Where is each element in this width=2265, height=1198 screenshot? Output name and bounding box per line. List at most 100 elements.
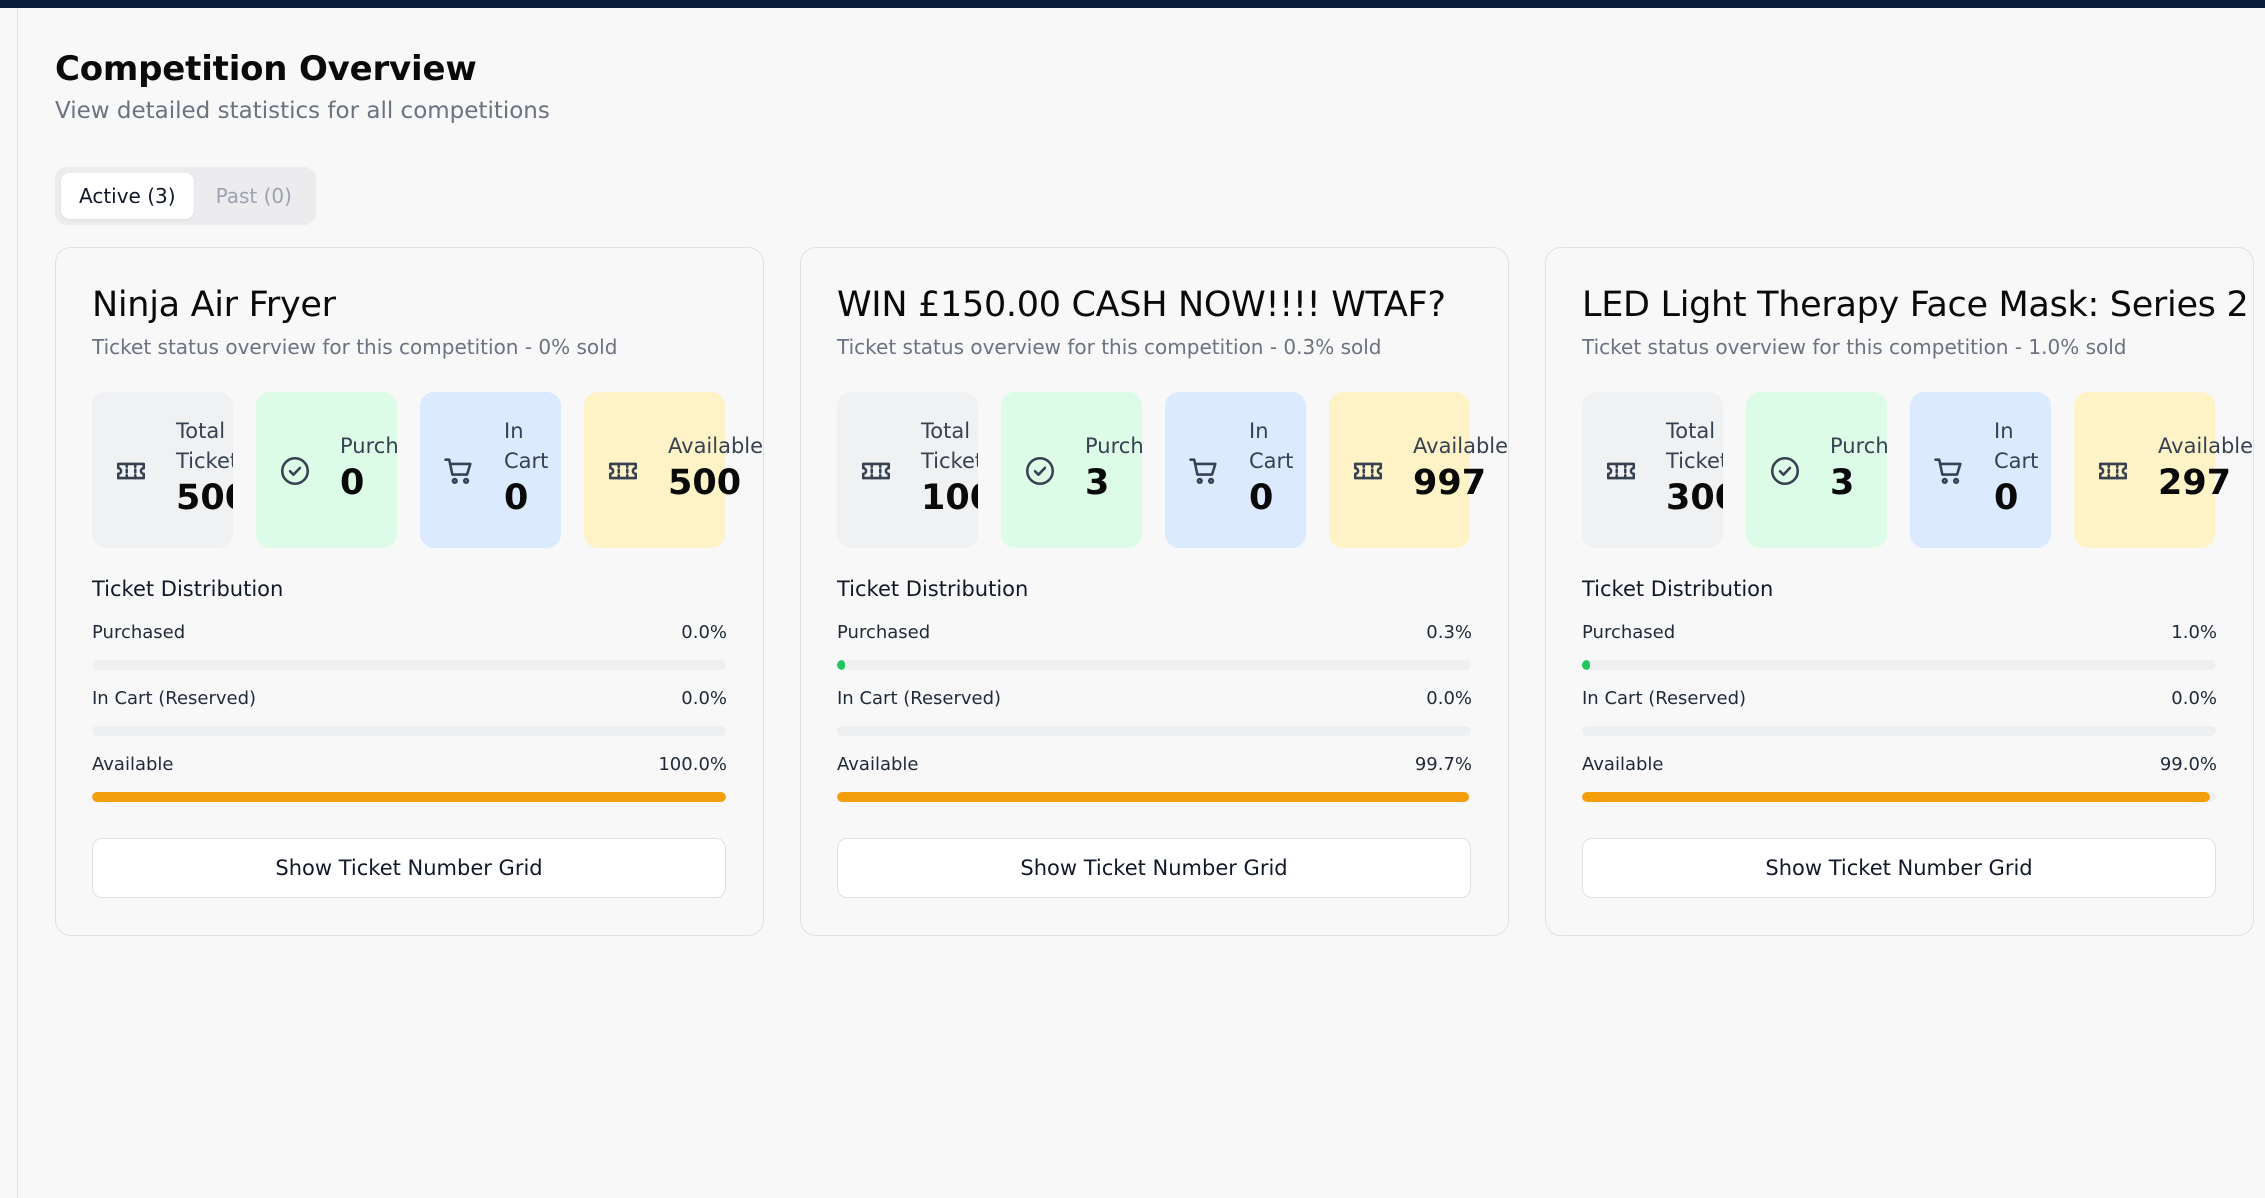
page-subtitle: View detailed statistics for all competi… bbox=[55, 98, 550, 124]
progress-fill bbox=[1582, 660, 1590, 670]
distribution-label: In Cart (Reserved) bbox=[837, 688, 1002, 709]
page-title: Competition Overview bbox=[55, 49, 477, 89]
stat-tiles: Total Tickets 500 Purchas 0 bbox=[92, 392, 763, 548]
distribution-purchased: Purchased 0.3% bbox=[837, 620, 1472, 670]
stat-label: Available bbox=[668, 434, 764, 458]
stat-value: 0 bbox=[340, 463, 365, 503]
competition-card: Ninja Air Fryer Ticket status overview f… bbox=[55, 247, 764, 936]
stat-label: Purchas bbox=[1085, 434, 1142, 458]
ticket-icon bbox=[1351, 454, 1385, 488]
distribution-purchased: Purchased 1.0% bbox=[1582, 620, 2217, 670]
stat-label: Purchas bbox=[340, 434, 397, 458]
distribution-available: Available 99.0% bbox=[1582, 752, 2217, 802]
distribution-title: Ticket Distribution bbox=[92, 577, 284, 601]
progress-bar bbox=[1582, 726, 2216, 736]
competition-tabs: Active (3) Past (0) bbox=[55, 167, 316, 225]
distribution-label: Available bbox=[92, 754, 174, 775]
stat-label: Available bbox=[2158, 434, 2254, 458]
stat-label: Purchas bbox=[1830, 434, 1887, 458]
stat-purchased: Purchas 0 bbox=[256, 392, 397, 548]
cart-icon bbox=[1932, 454, 1966, 488]
stat-value: 0 bbox=[504, 478, 529, 518]
sidebar-divider bbox=[17, 8, 18, 1198]
stat-available: Available 500 bbox=[584, 392, 763, 548]
stat-tiles: Total Tickets 300 Purchas 3 bbox=[1582, 392, 2253, 548]
stat-label: In Cart bbox=[1249, 419, 1294, 473]
stat-available: Available 297 bbox=[2074, 392, 2253, 548]
tab-active[interactable]: Active (3) bbox=[61, 173, 194, 219]
stat-value: 500 bbox=[176, 478, 233, 518]
distribution-label: Available bbox=[837, 754, 919, 775]
stat-value: 500 bbox=[668, 463, 742, 503]
stat-label: In Cart bbox=[1994, 419, 2039, 473]
competition-title: Ninja Air Fryer bbox=[92, 285, 336, 325]
competition-title: LED Light Therapy Face Mask: Series 2 bbox=[1582, 285, 2249, 325]
competition-title: WIN £150.00 CASH NOW!!!! WTAF? bbox=[837, 285, 1446, 325]
distribution-label: Purchased bbox=[1582, 622, 1676, 643]
stat-value: 300 bbox=[1666, 478, 1723, 518]
stat-total-tickets: Total Tickets 500 bbox=[92, 392, 233, 548]
progress-fill bbox=[837, 792, 1470, 802]
stat-value: 1000 bbox=[921, 478, 978, 518]
competition-cards: Ninja Air Fryer Ticket status overview f… bbox=[55, 247, 2254, 936]
distribution-percent: 0.3% bbox=[1426, 622, 1472, 643]
competition-card: WIN £150.00 CASH NOW!!!! WTAF? Ticket st… bbox=[800, 247, 1509, 936]
distribution-percent: 0.0% bbox=[1426, 688, 1472, 709]
distribution-label: Available bbox=[1582, 754, 1664, 775]
distribution-percent: 99.7% bbox=[1414, 754, 1472, 775]
distribution-title: Ticket Distribution bbox=[837, 577, 1029, 601]
check-circle-icon bbox=[1023, 454, 1057, 488]
distribution-label: Purchased bbox=[837, 622, 931, 643]
stat-value: 0 bbox=[1994, 478, 2019, 518]
stat-value: 997 bbox=[1413, 463, 1487, 503]
progress-bar bbox=[837, 660, 1471, 670]
stat-purchased: Purchas 3 bbox=[1746, 392, 1887, 548]
show-ticket-grid-button[interactable]: Show Ticket Number Grid bbox=[837, 838, 1471, 898]
distribution-available: Available 99.7% bbox=[837, 752, 1472, 802]
check-circle-icon bbox=[1768, 454, 1802, 488]
stat-label: Total Tickets bbox=[176, 419, 233, 473]
cart-icon bbox=[1187, 454, 1221, 488]
top-accent-bar bbox=[0, 0, 2265, 8]
progress-bar bbox=[92, 726, 726, 736]
stat-label: Total Tickets bbox=[921, 419, 978, 473]
show-ticket-grid-button[interactable]: Show Ticket Number Grid bbox=[1582, 838, 2216, 898]
distribution-label: In Cart (Reserved) bbox=[92, 688, 257, 709]
competition-subtitle: Ticket status overview for this competit… bbox=[837, 335, 1382, 359]
stat-value: 3 bbox=[1830, 463, 1855, 503]
stat-in-cart: In Cart 0 bbox=[1910, 392, 2051, 548]
progress-bar bbox=[92, 660, 726, 670]
stat-in-cart: In Cart 0 bbox=[1165, 392, 1306, 548]
stat-tiles: Total Tickets 1000 Purchas 3 bbox=[837, 392, 1508, 548]
distribution-percent: 0.0% bbox=[2171, 688, 2217, 709]
ticket-icon bbox=[114, 454, 148, 488]
distribution-label: In Cart (Reserved) bbox=[1582, 688, 1747, 709]
distribution-available: Available 100.0% bbox=[92, 752, 727, 802]
stat-label: Total Tickets bbox=[1666, 419, 1723, 473]
tab-past[interactable]: Past (0) bbox=[198, 173, 310, 219]
distribution-purchased: Purchased 0.0% bbox=[92, 620, 727, 670]
progress-fill bbox=[837, 660, 845, 670]
check-circle-icon bbox=[278, 454, 312, 488]
stat-total-tickets: Total Tickets 300 bbox=[1582, 392, 1723, 548]
competition-card: LED Light Therapy Face Mask: Series 2 Ti… bbox=[1545, 247, 2254, 936]
progress-bar bbox=[1582, 660, 2216, 670]
stat-label: Available bbox=[1413, 434, 1509, 458]
progress-fill bbox=[92, 792, 726, 802]
stat-in-cart: In Cart 0 bbox=[420, 392, 561, 548]
progress-bar bbox=[92, 792, 726, 802]
main-content: Competition Overview View detailed stati… bbox=[55, 45, 2255, 936]
ticket-icon bbox=[1604, 454, 1638, 488]
distribution-label: Purchased bbox=[92, 622, 186, 643]
stat-purchased: Purchas 3 bbox=[1001, 392, 1142, 548]
distribution-in-cart: In Cart (Reserved) 0.0% bbox=[837, 686, 1472, 736]
progress-bar bbox=[1582, 792, 2216, 802]
stat-total-tickets: Total Tickets 1000 bbox=[837, 392, 978, 548]
progress-bar bbox=[837, 792, 1471, 802]
cart-icon bbox=[442, 454, 476, 488]
competition-subtitle: Ticket status overview for this competit… bbox=[92, 335, 618, 359]
progress-bar bbox=[837, 726, 1471, 736]
show-ticket-grid-button[interactable]: Show Ticket Number Grid bbox=[92, 838, 726, 898]
distribution-percent: 0.0% bbox=[681, 622, 727, 643]
distribution-percent: 1.0% bbox=[2171, 622, 2217, 643]
